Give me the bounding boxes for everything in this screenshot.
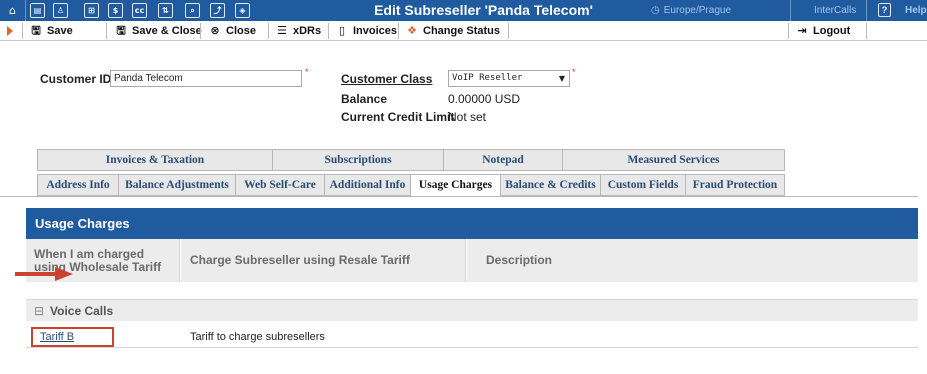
floppy-icon: 🖫: [31, 24, 41, 37]
divider: [398, 23, 399, 39]
pointer-arrow-icon: [15, 267, 73, 281]
balance-value: 0.00000 USD: [448, 92, 521, 106]
usage-charges-header: Usage Charges: [26, 208, 918, 239]
tab-balance-credits[interactable]: Balance & Credits: [500, 174, 601, 196]
close-icon: ⊗: [210, 24, 220, 37]
change-status-button[interactable]: ❖ Change Status: [406, 21, 500, 41]
status-icon: ❖: [407, 24, 417, 37]
tab-subscriptions[interactable]: Subscriptions: [272, 149, 444, 171]
logout-label: Logout: [813, 25, 851, 37]
tariff-description: Tariff to charge subresellers: [190, 331, 325, 343]
apps-icon[interactable]: ⊞: [84, 3, 99, 18]
table-row: Tariff B Tariff to charge subresellers: [26, 326, 918, 348]
tab-usage-charges[interactable]: Usage Charges: [410, 174, 501, 197]
tab-web-self-care[interactable]: Web Self-Care: [235, 174, 325, 196]
switch-icon[interactable]: ⇅: [158, 3, 173, 18]
logout-icon: ⇥: [797, 24, 807, 37]
change-status-label: Change Status: [423, 25, 501, 37]
xdrs-button[interactable]: ☰ xDRs: [276, 21, 321, 41]
help-icon[interactable]: ?: [878, 3, 891, 17]
tab-invoices-taxation[interactable]: Invoices & Taxation: [37, 149, 273, 171]
logout-button[interactable]: ⇥ Logout: [796, 21, 850, 41]
customer-class-link[interactable]: Customer Class: [341, 72, 432, 86]
save-button[interactable]: 🖫 Save: [30, 21, 73, 41]
divider: [106, 23, 107, 39]
close-label: Close: [226, 25, 256, 37]
tab-notepad[interactable]: Notepad: [443, 149, 563, 171]
usage-charges-title: Usage Charges: [35, 216, 130, 231]
tab-custom-fields[interactable]: Custom Fields: [600, 174, 686, 196]
customer-id-field[interactable]: Panda Telecom: [110, 70, 302, 87]
tab-measured-services[interactable]: Measured Services: [562, 149, 785, 171]
search-icon[interactable]: ⌕: [185, 3, 200, 18]
customer-class-select[interactable]: VoIP Reseller ▼: [448, 70, 570, 87]
collapse-icon[interactable]: ⊟: [34, 300, 44, 322]
divider: [200, 23, 201, 39]
column-header-description: Description: [467, 239, 918, 282]
play-icon: [7, 26, 13, 36]
toolbar: 🖫 Save 🖫 Save & Close ⊗ Close ☰ xDRs ▯ Invoic…: [0, 21, 927, 41]
save-close-label: Save & Close: [132, 25, 202, 37]
cc-icon[interactable]: cc: [132, 3, 147, 18]
floppy-icon: 🖫: [116, 24, 126, 37]
invoices-button[interactable]: ▯ Invoices: [336, 21, 397, 41]
help-link[interactable]: Help: [905, 0, 927, 21]
title-bar: ⌂ ▤ ♙ ⊞ $ cc ⇅ ⌕ ⤴ ◈ Edit Subreseller 'P…: [0, 0, 927, 21]
grid-icon[interactable]: ▤: [30, 3, 45, 18]
divider: [25, 0, 26, 21]
voice-calls-section[interactable]: ⊟ Voice Calls: [26, 299, 918, 321]
divider: [866, 0, 867, 21]
column-header-resale: Charge Subreseller using Resale Tariff: [181, 239, 466, 282]
person-icon[interactable]: ♙: [53, 3, 68, 18]
section-title: Voice Calls: [50, 304, 114, 318]
tab-divider: [0, 196, 918, 197]
divider: [268, 23, 269, 39]
environment-link[interactable]: InterCalls: [814, 0, 856, 21]
credit-limit-value: Not set: [448, 110, 487, 124]
tariff-link[interactable]: Tariff B: [40, 326, 74, 348]
customer-id-label: Customer ID: [40, 72, 112, 86]
chart-icon[interactable]: ⤴: [210, 3, 225, 18]
credit-limit-label: Current Credit Limit: [341, 110, 455, 124]
timezone-link[interactable]: ◷ Europe/Prague: [651, 0, 731, 21]
document-icon: ▯: [338, 24, 346, 37]
tab-additional-info[interactable]: Additional Info: [324, 174, 411, 196]
divider: [328, 23, 329, 39]
tab-balance-adjustments[interactable]: Balance Adjustments: [118, 174, 236, 196]
close-button[interactable]: ⊗ Close: [209, 21, 256, 41]
divider: [790, 0, 791, 21]
list-icon: ☰: [277, 24, 287, 37]
tab-fraud-protection[interactable]: Fraud Protection: [685, 174, 785, 196]
divider: [22, 23, 23, 39]
shield-icon[interactable]: ◈: [235, 3, 250, 18]
balance-label: Balance: [341, 92, 388, 106]
clock-icon: ◷: [651, 5, 660, 16]
divider: [866, 23, 867, 39]
divider: [508, 23, 509, 39]
required-marker: *: [305, 67, 309, 77]
customer-class-value: VoIP Reseller: [452, 73, 523, 83]
invoices-label: Invoices: [353, 25, 398, 37]
save-close-button[interactable]: 🖫 Save & Close: [115, 21, 202, 41]
home-icon[interactable]: ⌂: [5, 3, 20, 18]
divider: [788, 23, 789, 39]
xdrs-label: xDRs: [293, 25, 322, 37]
save-label: Save: [47, 25, 73, 37]
chevron-down-icon: ▼: [558, 74, 565, 83]
timezone-label: Europe/Prague: [663, 5, 732, 16]
tab-address-info[interactable]: Address Info: [37, 174, 119, 196]
dollar-icon[interactable]: $: [108, 3, 123, 18]
required-marker: *: [572, 67, 576, 77]
